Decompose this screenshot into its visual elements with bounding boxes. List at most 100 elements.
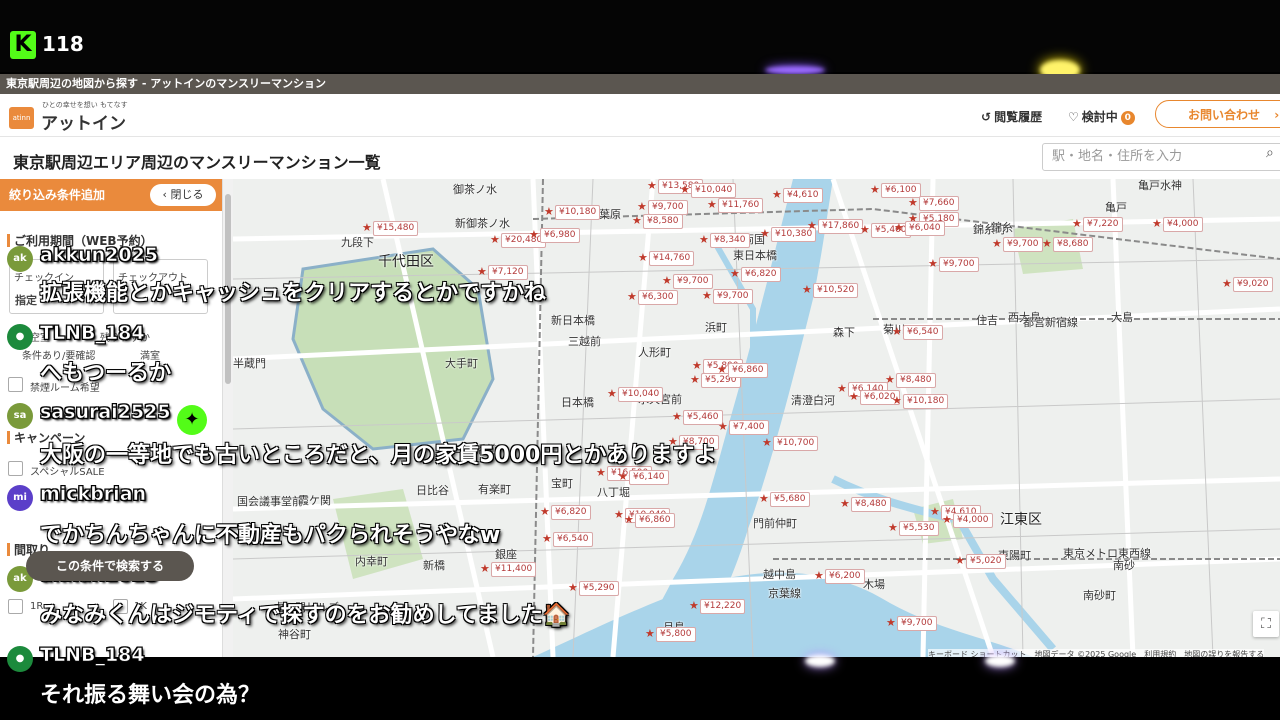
favorites-link[interactable]: ♡ 検討中 0 <box>1068 108 1135 125</box>
apply-filter-button[interactable]: この条件で検索する <box>26 551 194 581</box>
property-pin-icon[interactable]: ★ <box>480 563 490 574</box>
price-marker[interactable]: ¥6,540 <box>903 325 943 340</box>
layout-1r-checkbox[interactable] <box>8 599 23 614</box>
property-pin-icon[interactable]: ★ <box>477 266 487 277</box>
property-pin-icon[interactable]: ★ <box>699 234 709 245</box>
price-marker[interactable]: ¥5,460 <box>683 410 723 425</box>
price-marker[interactable]: ¥17,860 <box>818 219 864 234</box>
property-pin-icon[interactable]: ★ <box>540 506 550 517</box>
property-pin-icon[interactable]: ★ <box>490 234 500 245</box>
price-marker[interactable]: ¥6,980 <box>540 228 580 243</box>
property-pin-icon[interactable]: ★ <box>849 391 859 402</box>
property-pin-icon[interactable]: ★ <box>1042 238 1052 249</box>
property-pin-icon[interactable]: ★ <box>1072 218 1082 229</box>
property-pin-icon[interactable]: ★ <box>362 222 372 233</box>
price-marker[interactable]: ¥4,000 <box>953 513 993 528</box>
search-input[interactable]: 駅・地名・住所を入力 <box>1042 143 1280 171</box>
price-marker[interactable]: ¥10,700 <box>773 436 819 451</box>
property-pin-icon[interactable]: ★ <box>647 180 657 191</box>
price-marker[interactable]: ¥9,020 <box>1233 277 1273 292</box>
price-marker[interactable]: ¥8,340 <box>710 233 750 248</box>
property-pin-icon[interactable]: ★ <box>894 222 904 233</box>
property-pin-icon[interactable]: ★ <box>759 493 769 504</box>
price-marker[interactable]: ¥10,180 <box>555 205 601 220</box>
price-marker[interactable]: ¥8,480 <box>896 373 936 388</box>
property-pin-icon[interactable]: ★ <box>1152 218 1162 229</box>
price-marker[interactable]: ¥8,680 <box>1053 237 1093 252</box>
price-marker[interactable]: ¥5,020 <box>966 554 1006 569</box>
property-pin-icon[interactable]: ★ <box>618 471 628 482</box>
price-marker[interactable]: ¥9,700 <box>713 289 753 304</box>
price-marker[interactable]: ¥9,700 <box>673 274 713 289</box>
property-pin-icon[interactable]: ★ <box>627 291 637 302</box>
price-marker[interactable]: ¥10,180 <box>903 394 949 409</box>
price-marker[interactable]: ¥9,700 <box>939 257 979 272</box>
property-pin-icon[interactable]: ★ <box>632 215 642 226</box>
price-marker[interactable]: ¥6,820 <box>741 267 781 282</box>
price-marker[interactable]: ¥6,540 <box>553 532 593 547</box>
property-pin-icon[interactable]: ★ <box>718 421 728 432</box>
price-marker[interactable]: ¥12,220 <box>700 599 746 614</box>
price-marker[interactable]: ¥6,140 <box>629 470 669 485</box>
property-pin-icon[interactable]: ★ <box>760 228 770 239</box>
property-pin-icon[interactable]: ★ <box>730 268 740 279</box>
price-marker[interactable]: ¥9,700 <box>1003 237 1043 252</box>
property-pin-icon[interactable]: ★ <box>814 570 824 581</box>
property-pin-icon[interactable]: ★ <box>645 628 655 639</box>
price-marker[interactable]: ¥8,580 <box>643 214 683 229</box>
property-pin-icon[interactable]: ★ <box>607 388 617 399</box>
property-pin-icon[interactable]: ★ <box>702 290 712 301</box>
layout-1k-checkbox[interactable] <box>113 599 128 614</box>
property-pin-icon[interactable]: ★ <box>662 275 672 286</box>
property-pin-icon[interactable]: ★ <box>568 582 578 593</box>
property-pin-icon[interactable]: ★ <box>762 437 772 448</box>
price-marker[interactable]: ¥5,680 <box>770 492 810 507</box>
site-logo[interactable]: アットイン <box>41 109 126 134</box>
price-marker[interactable]: ¥10,040 <box>618 387 664 402</box>
price-marker[interactable]: ¥6,860 <box>635 513 675 528</box>
property-pin-icon[interactable]: ★ <box>624 514 634 525</box>
property-pin-icon[interactable]: ★ <box>717 364 727 375</box>
property-pin-icon[interactable]: ★ <box>892 395 902 406</box>
price-marker[interactable]: ¥10,520 <box>813 283 859 298</box>
price-marker[interactable]: ¥11,760 <box>718 198 764 213</box>
price-marker[interactable]: ¥4,610 <box>783 188 823 203</box>
price-marker[interactable]: ¥7,120 <box>488 265 528 280</box>
contact-button[interactable]: お問い合わせ › <box>1155 100 1280 128</box>
price-marker[interactable]: ¥5,290 <box>579 581 619 596</box>
property-pin-icon[interactable]: ★ <box>544 206 554 217</box>
property-pin-icon[interactable]: ★ <box>638 252 648 263</box>
property-pin-icon[interactable]: ★ <box>672 411 682 422</box>
property-pin-icon[interactable]: ★ <box>772 189 782 200</box>
price-marker[interactable]: ¥10,040 <box>691 183 737 198</box>
sidebar-scroll-thumb[interactable] <box>225 194 231 384</box>
price-marker[interactable]: ¥7,220 <box>1083 217 1123 232</box>
price-marker[interactable]: ¥6,300 <box>638 290 678 305</box>
property-pin-icon[interactable]: ★ <box>614 509 624 520</box>
property-pin-icon[interactable]: ★ <box>942 514 952 525</box>
property-pin-icon[interactable]: ★ <box>892 326 902 337</box>
price-marker[interactable]: ¥9,700 <box>897 616 937 631</box>
property-pin-icon[interactable]: ★ <box>680 184 690 195</box>
property-pin-icon[interactable]: ★ <box>807 220 817 231</box>
property-pin-icon[interactable]: ★ <box>837 383 847 394</box>
price-marker[interactable]: ¥8,700 <box>679 435 719 450</box>
price-marker[interactable]: ¥15,480 <box>373 221 419 236</box>
price-marker[interactable]: ¥5,800 <box>656 627 696 642</box>
search-icon[interactable]: ⌕ <box>1266 145 1274 161</box>
price-marker[interactable]: ¥4,000 <box>1163 217 1203 232</box>
price-marker[interactable]: ¥14,760 <box>649 251 695 266</box>
close-filter-button[interactable]: ‹ 閉じる <box>150 184 216 206</box>
property-pin-icon[interactable]: ★ <box>860 224 870 235</box>
property-pin-icon[interactable]: ★ <box>637 201 647 212</box>
price-marker[interactable]: ¥9,700 <box>648 200 688 215</box>
price-marker[interactable]: ¥5,530 <box>899 521 939 536</box>
map-view[interactable]: 千代田区 江東区 御茶ノ水 新御茶ノ水 秋葉原 九段下 両国 錦糸町 亀戸 亀戸水神 東日本橋 新日本… <box>233 179 1280 657</box>
price-marker[interactable]: ¥11,400 <box>491 562 537 577</box>
property-pin-icon[interactable]: ★ <box>992 238 1002 249</box>
property-pin-icon[interactable]: ★ <box>542 533 552 544</box>
price-marker[interactable]: ¥6,040 <box>905 221 945 236</box>
property-pin-icon[interactable]: ★ <box>529 229 539 240</box>
property-pin-icon[interactable]: ★ <box>886 617 896 628</box>
property-pin-icon[interactable]: ★ <box>668 436 678 447</box>
